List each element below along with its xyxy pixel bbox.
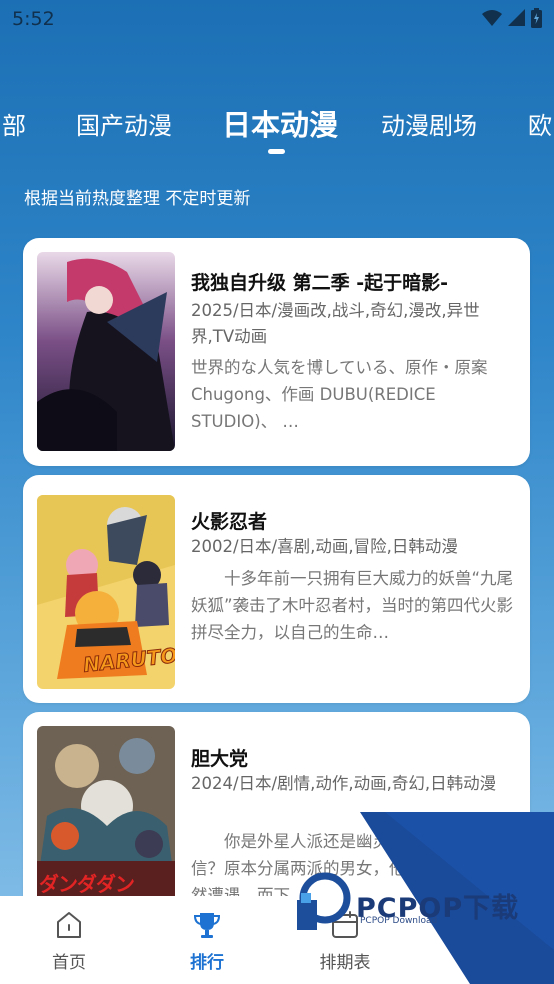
anime-poster[interactable] <box>37 252 175 451</box>
category-tabs: 部 国产动漫 日本动漫 动漫剧场 欧 <box>0 100 554 144</box>
tab-western[interactable]: 欧 <box>528 106 552 141</box>
anime-title: 我独自升级 第二季 -起于暗影- <box>191 272 449 294</box>
status-bar: 5:52 <box>0 0 554 38</box>
calendar-icon <box>330 910 360 944</box>
tab-all[interactable]: 部 <box>2 106 26 141</box>
ranking-subtitle: 根据当前热度整理 不定时更新 <box>24 189 251 209</box>
nav-label: 我 <box>474 953 492 973</box>
bottom-navigation: 首页 排行 排期表 我 <box>0 896 554 984</box>
wifi-icon <box>482 10 502 26</box>
anime-description: 世界的な人気を博している、原作・原案 Chugong、作画 DUBU(REDIC… <box>191 358 488 431</box>
tab-domestic-anime[interactable]: 国产动漫 <box>76 106 172 141</box>
anime-meta: 2025/日本/漫画改,战斗,奇幻,漫改,异世界,TV动画 <box>191 301 480 346</box>
battery-icon <box>531 8 542 28</box>
nav-ranking[interactable]: 排行 <box>138 896 276 984</box>
nav-label: 排期表 <box>319 953 371 973</box>
tab-japanese-anime[interactable]: 日本动漫 <box>222 102 338 144</box>
nav-label: 首页 <box>52 953 86 973</box>
tab-anime-theater[interactable]: 动漫剧场 <box>381 106 477 141</box>
nav-label: 排行 <box>190 953 224 973</box>
home-icon <box>54 910 84 944</box>
anime-card[interactable]: NARUTO 火影忍者 2002/日本/喜剧,动画,冒险,日韩动漫 十多年前一只… <box>23 475 530 703</box>
status-time: 5:52 <box>12 8 55 30</box>
anime-title: 火影忍者 <box>191 511 268 533</box>
anime-meta: 2002/日本/喜剧,动画,冒险,日韩动漫 <box>191 537 458 556</box>
poster-logo-dandadan: ダンダダン <box>39 872 135 896</box>
anime-description: 十多年前一只拥有巨大威力的妖兽“九尾妖狐”袭击了木叶忍者村，当时的第四代火影拼尽… <box>191 569 514 642</box>
anime-poster[interactable]: NARUTO <box>37 495 175 689</box>
anime-card[interactable]: 我独自升级 第二季 -起于暗影- 2025/日本/漫画改,战斗,奇幻,漫改,异世… <box>23 238 530 466</box>
signal-icon <box>508 9 525 26</box>
user-icon <box>468 910 498 944</box>
status-icons <box>482 8 542 28</box>
anime-meta: 2024/日本/剧情,动作,动画,奇幻,日韩动漫 <box>191 774 497 793</box>
nav-home[interactable]: 首页 <box>0 896 138 984</box>
anime-title: 胆大党 <box>191 748 249 770</box>
tab-indicator <box>268 149 285 154</box>
trophy-icon <box>192 910 222 944</box>
nav-schedule[interactable]: 排期表 <box>276 896 414 984</box>
nav-me[interactable]: 我 <box>414 896 552 984</box>
